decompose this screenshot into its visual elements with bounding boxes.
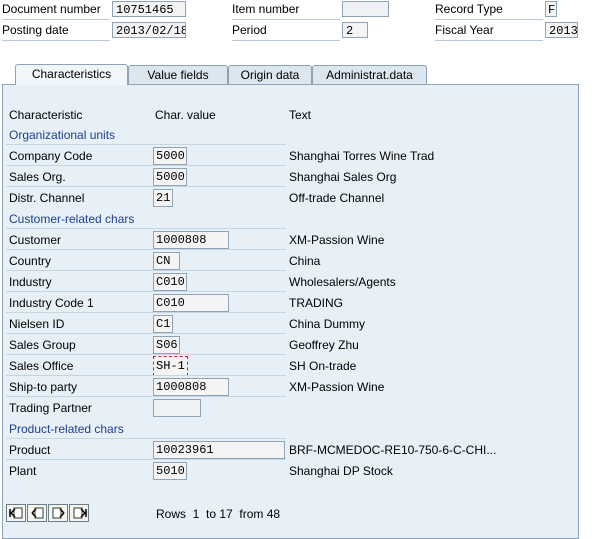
tab-origin-data[interactable]: Origin data xyxy=(228,65,312,84)
section-customer-related-chars: Customer-related chars xyxy=(9,212,135,226)
sales-office-field[interactable]: SH-1 xyxy=(153,356,188,376)
customer-label: Customer xyxy=(9,233,62,247)
sales-office-text: SH On-trade xyxy=(289,359,357,373)
previous-page-button[interactable] xyxy=(27,504,47,522)
company-code-text: Shanghai Torres Wine Trad xyxy=(289,149,435,163)
country-label: Country xyxy=(9,254,52,268)
rows-counter: Rows 1 to 17 from 48 xyxy=(156,507,281,521)
nielsen-id-field[interactable]: C1 xyxy=(153,315,173,333)
sales-group-label: Sales Group xyxy=(9,338,76,352)
record-type-field[interactable]: F xyxy=(545,1,557,17)
previous-page-icon xyxy=(31,507,44,519)
customer-text: XM-Passion Wine xyxy=(289,233,385,247)
industry-label: Industry xyxy=(9,275,52,289)
sales-org-text: Shanghai Sales Org xyxy=(289,170,397,184)
tab-value-fields[interactable]: Value fields xyxy=(128,65,228,84)
nielsen-id-label: Nielsen ID xyxy=(9,317,65,331)
company-code-label: Company Code xyxy=(9,149,93,163)
customer-field[interactable]: 1000808 xyxy=(153,231,229,249)
first-page-button[interactable] xyxy=(6,504,26,522)
plant-text: Shanghai DP Stock xyxy=(289,464,393,478)
country-field[interactable]: CN xyxy=(153,252,180,270)
period-field[interactable]: 2 xyxy=(342,22,368,38)
trading-partner-field[interactable] xyxy=(153,399,201,417)
document-number-field[interactable]: 10751465 xyxy=(112,1,186,17)
tab-characteristics[interactable]: Characteristics xyxy=(15,64,128,85)
next-page-icon xyxy=(52,507,65,519)
column-header-characteristic: Characteristic xyxy=(9,108,83,122)
document-number-label: Document number xyxy=(2,2,101,16)
ship-to-party-text: XM-Passion Wine xyxy=(289,380,385,394)
industry-text: Wholesalers/Agents xyxy=(289,275,396,289)
ship-to-party-field[interactable]: 1000808 xyxy=(153,378,229,396)
product-label: Product xyxy=(9,443,51,457)
nielsen-id-text: China Dummy xyxy=(289,317,366,331)
posting-date-label: Posting date xyxy=(2,23,69,37)
ship-to-party-label: Ship-to party xyxy=(9,380,78,394)
industry-code-1-text: TRADING xyxy=(289,296,343,310)
posting-date-field[interactable]: 2013/02/18 xyxy=(112,22,186,38)
sales-group-text: Geoffrey Zhu xyxy=(289,338,359,352)
plant-label: Plant xyxy=(9,464,37,478)
distr-channel-label: Distr. Channel xyxy=(9,191,85,205)
trading-partner-label: Trading Partner xyxy=(9,401,92,415)
product-text: BRF-MCMEDOC-RE10-750-6-C-CHI... xyxy=(289,443,497,457)
column-header-char-value: Char. value xyxy=(155,108,216,122)
item-number-label: Item number xyxy=(232,2,300,16)
distr-channel-text: Off-trade Channel xyxy=(289,191,385,205)
first-page-icon xyxy=(9,507,23,519)
sales-org-field[interactable]: 5000 xyxy=(153,168,187,186)
country-text: China xyxy=(289,254,321,268)
item-number-field[interactable] xyxy=(342,1,389,17)
company-code-field[interactable]: 5000 xyxy=(153,147,187,165)
period-label: Period xyxy=(232,23,267,37)
section-organizational-units: Organizational units xyxy=(9,128,116,142)
industry-code-1-field[interactable]: C010 xyxy=(153,294,229,312)
section-product-related-chars: Product-related chars xyxy=(9,422,124,436)
plant-field[interactable]: 5010 xyxy=(153,462,187,480)
sales-group-field[interactable]: S06 xyxy=(153,336,180,354)
last-page-icon xyxy=(73,507,87,519)
distr-channel-field[interactable]: 21 xyxy=(153,189,173,207)
industry-field[interactable]: C010 xyxy=(153,273,187,291)
last-page-button[interactable] xyxy=(69,504,89,522)
fiscal-year-field[interactable]: 2013 xyxy=(545,22,578,38)
next-page-button[interactable] xyxy=(48,504,68,522)
fiscal-year-label: Fiscal Year xyxy=(435,23,494,37)
column-header-text: Text xyxy=(289,108,312,122)
record-type-label: Record Type xyxy=(435,2,503,16)
sales-office-label: Sales Office xyxy=(9,359,74,373)
industry-code-1-label: Industry Code 1 xyxy=(9,296,94,310)
tab-administrat-data[interactable]: Administrat.data xyxy=(312,65,427,84)
sales-org-label: Sales Org. xyxy=(9,170,66,184)
product-field[interactable]: 10023961 xyxy=(153,441,285,459)
